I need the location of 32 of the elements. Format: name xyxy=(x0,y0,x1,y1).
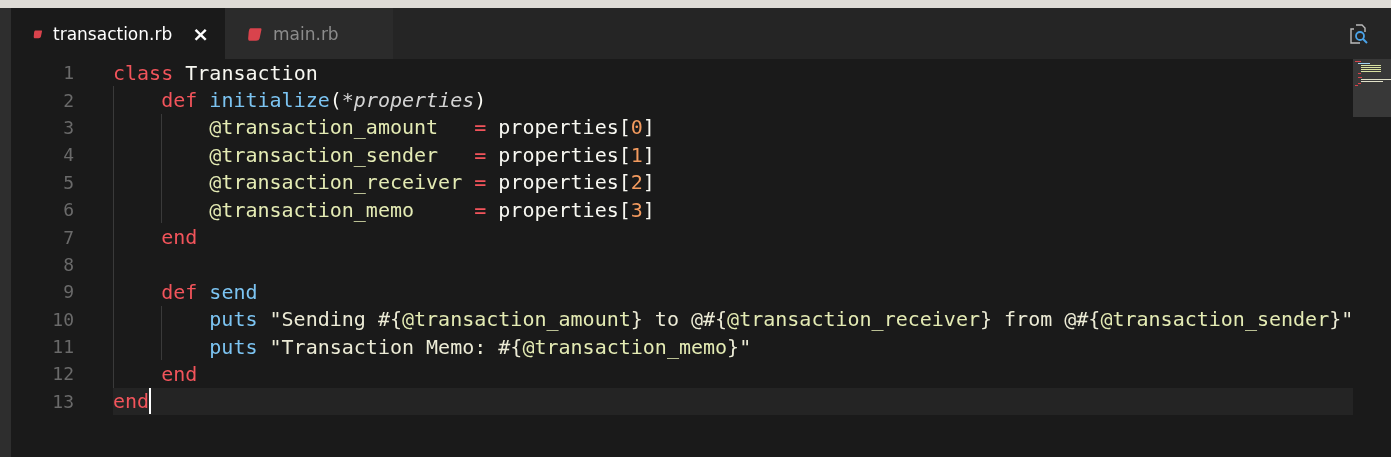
code-line: puts "Transaction Memo: #{@transaction_memo}" xyxy=(209,334,752,359)
search-icon[interactable] xyxy=(1348,22,1370,45)
minimap-drawing xyxy=(1353,59,1391,117)
editor-tab[interactable]: main.rb xyxy=(225,8,393,59)
line-number: 10 xyxy=(51,308,75,330)
line-number: 11 xyxy=(51,336,75,358)
file-icon xyxy=(247,25,263,42)
code-line: class Transaction xyxy=(113,60,318,85)
code-line: @transaction_amount = properties[0] xyxy=(209,115,655,140)
code-line: end xyxy=(161,362,198,386)
code-line: @transaction_receiver = properties[2] xyxy=(209,170,655,195)
line-number: 2 xyxy=(62,89,75,111)
code-line: end xyxy=(161,225,198,250)
line-number: 4 xyxy=(62,144,75,166)
close-button[interactable]: × xyxy=(192,21,209,46)
line-number: 7 xyxy=(62,226,75,248)
line-number: 13 xyxy=(51,390,75,412)
line-number: 9 xyxy=(62,281,75,303)
line-number: 5 xyxy=(62,171,75,193)
line-number: 1 xyxy=(62,62,75,84)
code-line: @transaction_sender = properties[1] xyxy=(209,142,655,167)
code-line: puts "Sending #{@transaction_amount} to @#{@transaction_receiver} from @#{@transaction_sender}" xyxy=(209,307,1354,332)
code-line: def initialize(*properties) xyxy=(161,88,487,113)
editor-tab[interactable]: transaction.rb × xyxy=(11,8,225,59)
code-line: @transaction_memo = properties[3] xyxy=(209,197,655,222)
text-cursor xyxy=(149,388,152,415)
code-line: def send xyxy=(161,279,258,304)
line-number: 8 xyxy=(62,253,75,275)
code-line: end xyxy=(113,389,150,414)
line-number: 6 xyxy=(62,199,75,221)
line-number: 12 xyxy=(51,363,75,385)
line-number: 3 xyxy=(62,116,75,138)
